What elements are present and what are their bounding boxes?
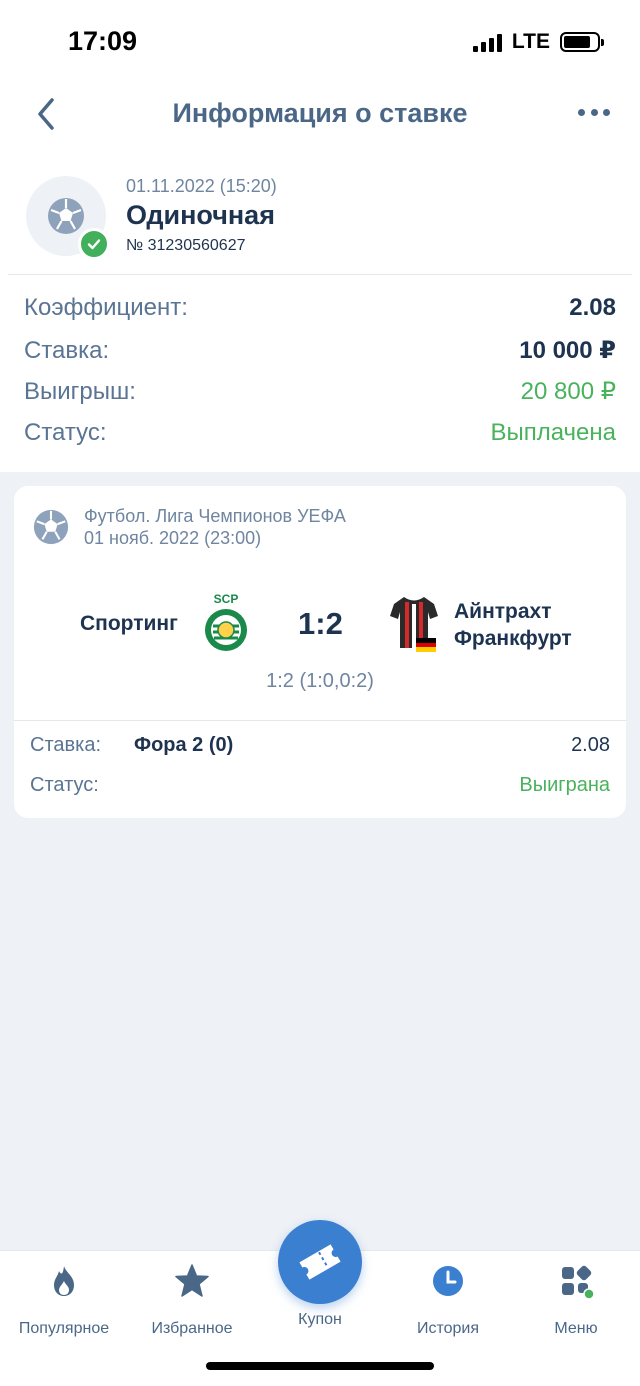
soccer-ball-icon [33, 509, 69, 545]
nav-label: Купон [298, 1311, 342, 1328]
summary-label: Статус: [24, 419, 107, 446]
soccer-ball-icon [48, 198, 84, 234]
fire-icon [54, 1266, 74, 1296]
selection-status-value: Выиграна [519, 774, 610, 796]
summary-row-coefficient: Коэффициент: 2.08 [24, 294, 616, 322]
divider [14, 720, 626, 721]
summary-value: 2.08 [569, 294, 616, 321]
bet-date: 01.11.2022 (15:20) [126, 176, 277, 196]
league-name: Футбол. Лига Чемпионов УЕФА [84, 506, 346, 526]
partial-score: 1:2 (1:0,0:2) [266, 670, 374, 692]
bet-number: № 31230560627 [126, 237, 246, 254]
grid-menu-icon [562, 1265, 595, 1300]
network-label: LTE [511, 30, 550, 53]
event-card[interactable]: Футбол. Лига Чемпионов УЕФА 01 нояб. 202… [14, 486, 626, 818]
nav-menu[interactable]: Меню [512, 1263, 640, 1338]
summary-value: 10 000 ₽ [519, 337, 616, 364]
clock-icon [433, 1266, 463, 1296]
summary-label: Ставка: [24, 337, 110, 364]
summary-label: Выигрыш: [24, 378, 136, 405]
selection-status-label: Статус: [30, 774, 99, 796]
nav-popular[interactable]: Популярное [0, 1263, 128, 1338]
nav-favorites[interactable]: Избранное [128, 1263, 256, 1338]
coupon-button[interactable] [278, 1220, 362, 1304]
status-indicators: LTE [472, 30, 604, 54]
summary-value: Выплачена [490, 419, 616, 446]
away-team-line1: Айнтрахт [454, 600, 552, 623]
nav-label: Избранное [151, 1320, 233, 1337]
summary-row-status: Статус: Выплачена [24, 419, 616, 447]
ticket-icon [299, 1244, 341, 1280]
more-options-button[interactable] [578, 104, 610, 120]
nav-label: История [416, 1320, 480, 1337]
crest-text: SCP [214, 592, 239, 606]
selection-coefficient: 2.08 [571, 734, 610, 756]
home-indicator [206, 1362, 434, 1370]
event-date: 01 нояб. 2022 (23:00) [84, 528, 262, 548]
dot-icon [590, 108, 598, 116]
germany-flag-icon [416, 638, 436, 652]
sporting-crest-icon: SCP [205, 592, 247, 651]
away-team-line2: Франкфурт [454, 627, 572, 650]
summary-value: 20 800 ₽ [520, 378, 616, 405]
check-icon [87, 239, 101, 250]
selection-value: Фора 2 (0) [134, 734, 234, 756]
match-score: 1:2 [298, 606, 343, 641]
bet-type: Одиночная [126, 200, 275, 230]
summary-label: Коэффициент: [24, 294, 188, 321]
summary-row-winnings: Выигрыш: 20 800 ₽ [24, 377, 616, 406]
home-team-name: Спортинг [80, 612, 178, 635]
away-team-name: Айнтрахт Франкфурт [454, 598, 572, 652]
nav-label: Меню [554, 1320, 598, 1337]
battery-icon [560, 32, 604, 52]
dot-icon [603, 108, 610, 116]
dot-icon [578, 108, 585, 116]
page-title: Информация о ставке [172, 98, 468, 128]
star-icon [175, 1264, 209, 1297]
divider [8, 274, 632, 275]
signal-icon [472, 32, 502, 52]
selection-label: Ставка: [30, 734, 101, 756]
nav-history[interactable]: История [384, 1263, 512, 1338]
won-check-badge [78, 228, 110, 260]
summary-row-stake: Ставка: 10 000 ₽ [24, 336, 616, 365]
nav-label: Популярное [18, 1320, 110, 1337]
status-time: 17:09 [68, 26, 138, 56]
